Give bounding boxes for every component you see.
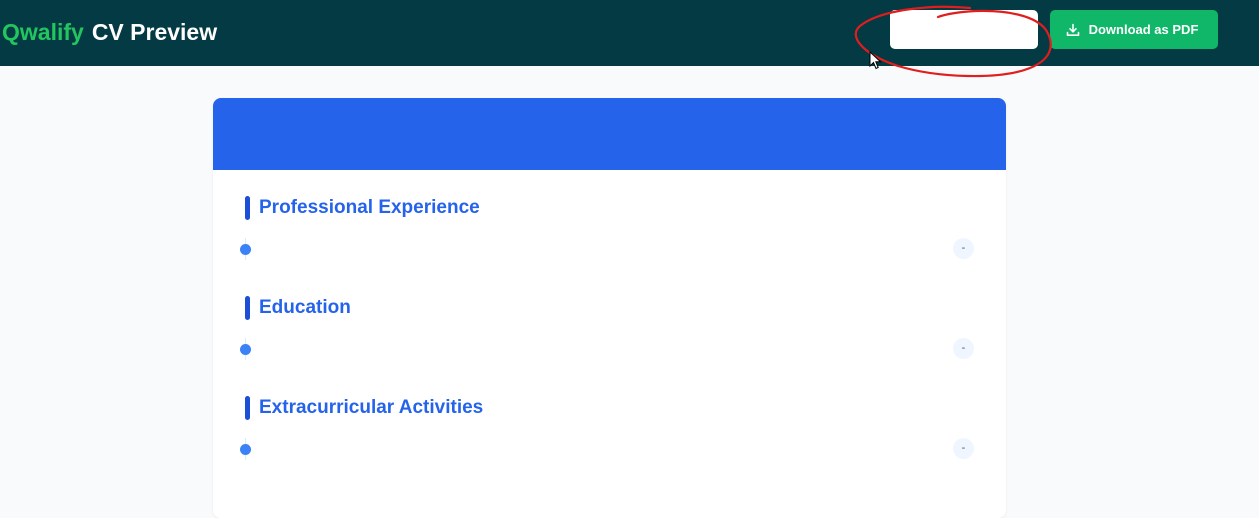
timeline-dot [240, 344, 251, 355]
timeline-dot [240, 244, 251, 255]
mouse-pointer-icon [869, 51, 882, 70]
section-accent-bar [245, 396, 250, 420]
page-title: CV Preview [91, 19, 218, 45]
top-navigation-bar: Qwalify CV Preview Download as PDF [0, 0, 1259, 66]
section-title: Extracurricular Activities [259, 397, 484, 418]
cv-section-professional-experience: Professional Experience - [213, 196, 1006, 296]
download-pdf-label: Download as PDF [1088, 22, 1199, 37]
entry-date-badge: - [953, 338, 974, 359]
download-pdf-button[interactable]: Download as PDF [1050, 10, 1218, 49]
timeline-dot [240, 444, 251, 455]
cv-preview-card: Professional Experience - Education - Ex… [213, 98, 1006, 518]
section-title: Professional Experience [259, 197, 480, 218]
cv-section-extracurricular-activities: Extracurricular Activities - [213, 396, 1006, 496]
entry-date-badge: - [953, 438, 974, 459]
cv-header-banner [213, 98, 1006, 170]
section-accent-bar [245, 196, 250, 220]
download-icon [1066, 23, 1080, 37]
brand-name: Qwalify [2, 19, 84, 45]
blank-button[interactable] [890, 10, 1038, 49]
entry-date-badge: - [953, 238, 974, 259]
section-accent-bar [245, 296, 250, 320]
cv-section-education: Education - [213, 296, 1006, 396]
section-title: Education [259, 297, 351, 318]
app-brand: Qwalify CV Preview [2, 17, 217, 47]
